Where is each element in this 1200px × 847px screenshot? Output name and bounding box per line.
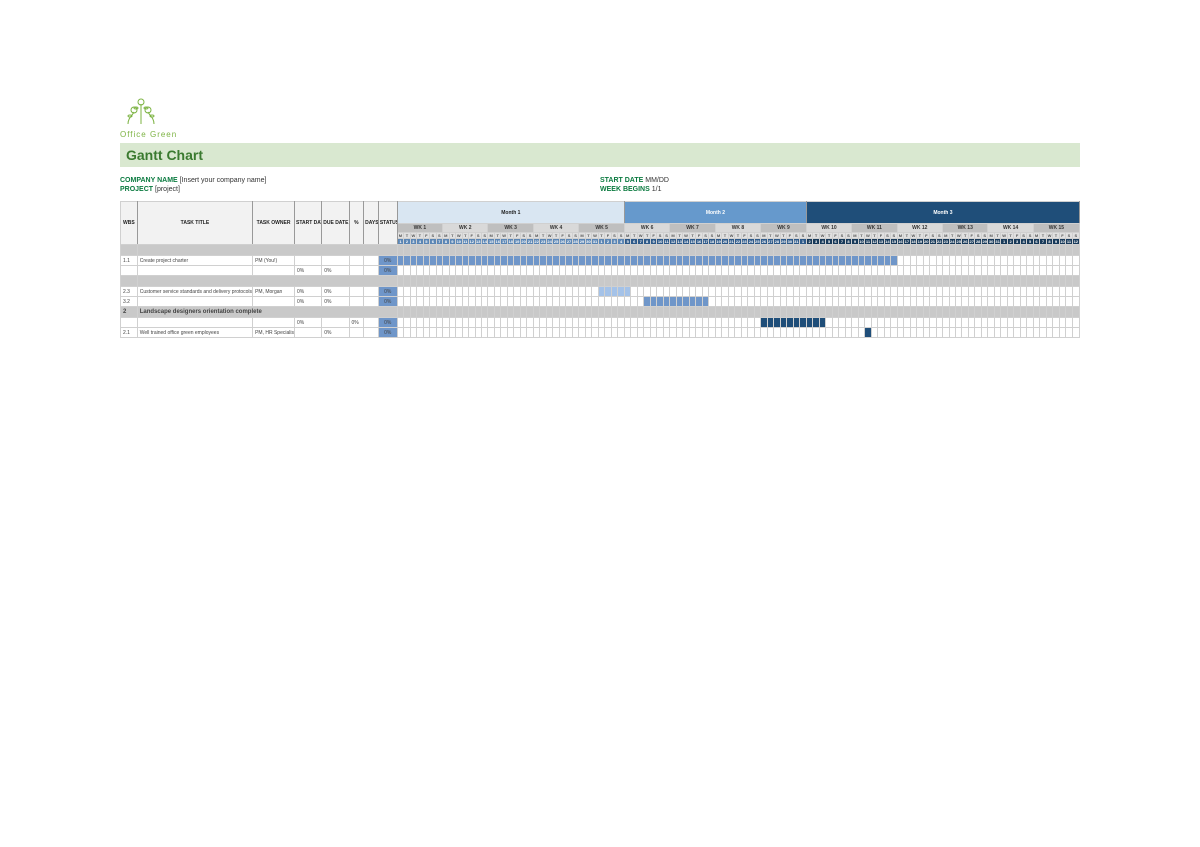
gantt-chart: WBSTASK TITLETASK OWNERSTART DATEDUE DAT…	[120, 201, 1080, 338]
meta-row: COMPANY NAME [Insert your company name] …	[120, 177, 1080, 193]
project-value: [project]	[155, 186, 180, 193]
company-value: [Insert your company name]	[180, 177, 267, 184]
project-label: PROJECT	[120, 186, 153, 193]
task-row: 0%0%0%	[121, 266, 1080, 276]
company-label: COMPANY NAME	[120, 177, 178, 184]
weekbegins-label: WEEK BEGINS	[600, 186, 650, 193]
task-row: 3.20%0%0%	[121, 297, 1080, 307]
plant-icon	[120, 98, 162, 128]
task-row: 2.1Well trained office green employeesPM…	[121, 328, 1080, 338]
page-title: Gantt Chart	[120, 143, 1080, 167]
startdate-label: START DATE	[600, 177, 643, 184]
task-row: 2.3Customer service standards and delive…	[121, 287, 1080, 297]
startdate-value: MM/DD	[645, 177, 669, 184]
task-row: 1.1Create project charterPM (You!)0%	[121, 256, 1080, 266]
task-row: 0%0%0%	[121, 318, 1080, 328]
weekbegins-value: 1/1	[652, 186, 662, 193]
logo: Office Green	[120, 98, 1080, 139]
logo-text: Office Green	[120, 130, 1080, 139]
gantt-table: WBSTASK TITLETASK OWNERSTART DATEDUE DAT…	[120, 201, 1080, 338]
